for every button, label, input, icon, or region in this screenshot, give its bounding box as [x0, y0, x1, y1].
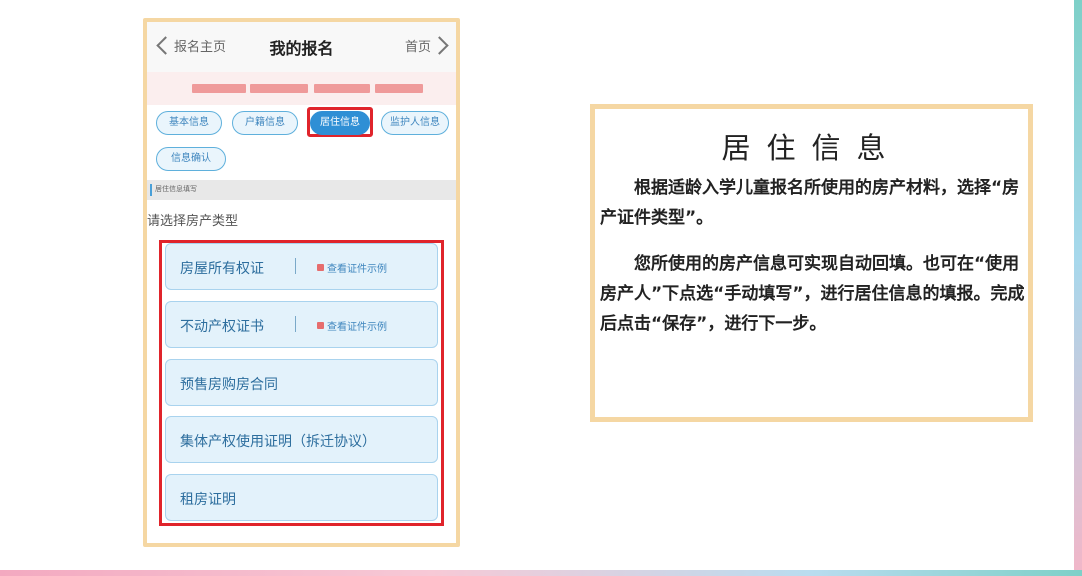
- tab-confirm-info[interactable]: 信息确认: [156, 147, 226, 171]
- home-icon: [317, 264, 324, 271]
- instruction-title: 居住信息: [721, 131, 902, 165]
- redacted-text: [192, 84, 246, 93]
- instruction-paragraph: 您所使用的房产信息可实现自动回填。也可在“使用房产人”下点选“手动填写”，进行居…: [600, 254, 1025, 334]
- option-label: 租房证明: [180, 492, 236, 508]
- decorative-right-strip: [1074, 0, 1082, 576]
- section-header-label: 居住信息填写: [155, 185, 197, 193]
- home-icon: [317, 322, 324, 329]
- instruction-box: 居住信息 根据适龄入学儿童报名所使用的房产材料，选择“房产证件类型”。 您所使用…: [590, 104, 1033, 422]
- decorative-bottom-strip: [0, 570, 1082, 576]
- redacted-text: [250, 84, 308, 93]
- divider: [295, 316, 296, 332]
- nav-bar: 报名主页 我的报名 首页: [147, 22, 456, 72]
- tab-guardian-info[interactable]: 监护人信息: [381, 111, 449, 135]
- option-label: 预售房购房合同: [180, 377, 278, 393]
- option-label: 不动产权证书: [180, 319, 264, 335]
- option-real-estate-certificate[interactable]: 不动产权证书 查看证件示例: [165, 301, 438, 348]
- option-house-ownership-certificate[interactable]: 房屋所有权证 查看证件示例: [165, 243, 438, 290]
- view-example-link[interactable]: 查看证件示例: [317, 260, 387, 275]
- option-label: 房屋所有权证: [180, 261, 264, 277]
- redacted-text: [375, 84, 423, 93]
- option-label: 集体产权使用证明（拆迁协议）: [180, 434, 376, 450]
- view-example-label: 查看证件示例: [327, 322, 387, 333]
- property-type-list: 房屋所有权证 查看证件示例 不动产权证书 查看证件示例 预售房购房合同 集体产权…: [159, 240, 444, 526]
- tab-basic-info[interactable]: 基本信息: [156, 111, 222, 135]
- view-example-label: 查看证件示例: [327, 264, 387, 275]
- redacted-text: [314, 84, 370, 93]
- option-rental-proof[interactable]: 租房证明: [165, 474, 438, 521]
- phone-screenshot: 报名主页 我的报名 首页 基本信息 户籍信息 居住信息 监护人信息 信息确认 居…: [143, 18, 460, 547]
- tab-residence-info[interactable]: 居住信息: [310, 111, 370, 135]
- option-presale-contract[interactable]: 预售房购房合同: [165, 359, 438, 406]
- tab-household-info[interactable]: 户籍信息: [232, 111, 298, 135]
- home-label: 首页: [404, 40, 431, 55]
- divider: [295, 258, 296, 274]
- section-marker: [150, 184, 152, 196]
- view-example-link[interactable]: 查看证件示例: [317, 318, 387, 333]
- redacted-banner: [147, 72, 456, 105]
- section-header: 居住信息填写: [147, 180, 456, 200]
- instruction-paragraph: 根据适龄入学儿童报名所使用的房产材料，选择“房产证件类型”。: [600, 178, 1020, 228]
- property-type-prompt: 请选择房产类型: [147, 214, 239, 229]
- chevron-right-icon: [430, 36, 449, 55]
- home-button[interactable]: 首页: [404, 36, 449, 55]
- option-collective-property-proof[interactable]: 集体产权使用证明（拆迁协议）: [165, 416, 438, 463]
